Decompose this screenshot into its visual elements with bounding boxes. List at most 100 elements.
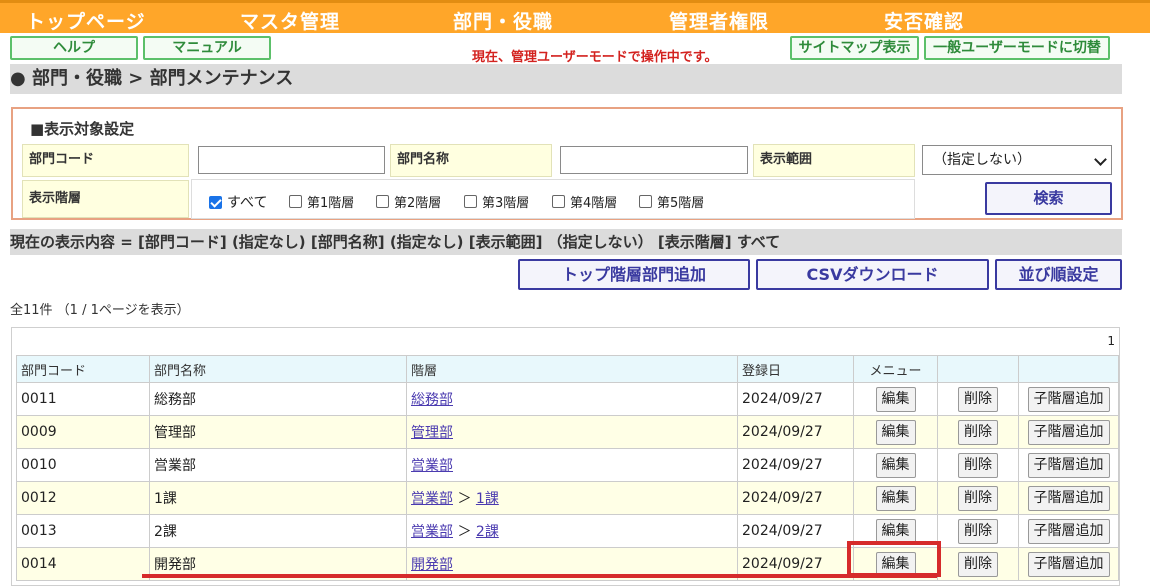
level-3-checkbox[interactable]: 第3階層	[464, 192, 529, 211]
edit-button[interactable]: 編集	[875, 485, 916, 511]
nav-safety[interactable]: 安否確認	[884, 7, 964, 34]
cell-delete: 削除	[937, 415, 1019, 449]
highlight-underline	[142, 574, 937, 578]
cell-delete: 削除	[937, 382, 1019, 416]
add-child-button[interactable]: 子階層追加	[1027, 452, 1110, 478]
current-display-status: 現在の表示内容 = [部門コード] (指定なし) [部門名称] (指定なし) […	[10, 229, 1122, 255]
delete-button[interactable]: 削除	[958, 452, 998, 478]
cell-hierarchy: 管理部	[406, 415, 738, 449]
delete-button[interactable]: 削除	[958, 518, 998, 544]
manual-button[interactable]: マニュアル	[143, 36, 271, 60]
hierarchy-link[interactable]: 1課	[476, 491, 499, 507]
dept-name-label: 部門名称	[390, 144, 552, 177]
page-link[interactable]: 1	[1107, 334, 1115, 348]
level-1-checkbox[interactable]: 第1階層	[289, 192, 354, 211]
checkbox-icon	[464, 195, 477, 208]
cell-delete: 削除	[937, 448, 1019, 482]
col-menu-3	[1018, 355, 1119, 383]
range-label: 表示範囲	[753, 144, 915, 177]
level-checkboxes: すべて 第1階層 第2階層 第3階層 第4階層 第5階層	[191, 179, 915, 219]
filter-panel: ■表示対象設定 部門コード 部門名称 表示範囲 （指定しない） 表示階層 すべて…	[11, 107, 1123, 220]
cell-date: 2024/09/27	[737, 481, 854, 515]
cell-hierarchy: 営業部 ＞ 1課	[406, 481, 738, 515]
checkbox-icon	[552, 195, 565, 208]
hierarchy-link[interactable]: 営業部	[411, 524, 453, 540]
nav-admin[interactable]: 管理者権限	[669, 7, 769, 34]
cell-add-child: 子階層追加	[1018, 547, 1119, 581]
checkbox-icon	[639, 195, 652, 208]
general-mode-button[interactable]: 一般ユーザーモードに切替	[924, 36, 1110, 60]
level-all-checkbox[interactable]: すべて	[209, 192, 267, 212]
highlight-box	[847, 541, 941, 577]
mode-notice: 現在、管理ユーザーモードで操作中です。	[472, 50, 718, 65]
cell-code: 0011	[16, 382, 150, 416]
cell-name: 2課	[149, 514, 407, 548]
nav-master[interactable]: マスタ管理	[240, 7, 340, 34]
cell-delete: 削除	[937, 514, 1019, 548]
add-child-button[interactable]: 子階層追加	[1027, 419, 1110, 445]
delete-button[interactable]: 削除	[958, 419, 998, 445]
sort-order-button[interactable]: 並び順設定	[995, 259, 1122, 290]
hierarchy-link[interactable]: 2課	[476, 524, 499, 540]
range-select[interactable]: （指定しない）	[922, 145, 1112, 175]
cell-add-child: 子階層追加	[1018, 481, 1119, 515]
dept-code-label: 部門コード	[22, 144, 189, 177]
cell-date: 2024/09/27	[737, 415, 854, 449]
cell-code: 0010	[16, 448, 150, 482]
hierarchy-link[interactable]: 管理部	[411, 425, 453, 441]
cell-code: 0014	[16, 547, 150, 581]
cell-add-child: 子階層追加	[1018, 382, 1119, 416]
edit-button[interactable]: 編集	[875, 518, 916, 544]
cell-edit: 編集	[853, 382, 938, 416]
add-child-button[interactable]: 子階層追加	[1027, 485, 1110, 511]
search-button[interactable]: 検索	[985, 182, 1112, 215]
add-child-button[interactable]: 子階層追加	[1027, 551, 1110, 577]
level-2-checkbox[interactable]: 第2階層	[376, 192, 441, 211]
hierarchy-separator: ＞	[453, 491, 476, 507]
level-5-checkbox[interactable]: 第5階層	[639, 192, 704, 211]
hierarchy-link[interactable]: 総務部	[411, 392, 453, 408]
cell-name: 営業部	[149, 448, 407, 482]
cell-add-child: 子階層追加	[1018, 448, 1119, 482]
top-nav: トップページ マスタ管理 部門・役職 管理者権限 安否確認	[0, 0, 1150, 33]
cell-code: 0012	[16, 481, 150, 515]
cell-delete: 削除	[937, 481, 1019, 515]
sitemap-button[interactable]: サイトマップ表示	[790, 36, 919, 60]
cell-name: 総務部	[149, 382, 407, 416]
add-top-dept-button[interactable]: トップ階層部門追加	[518, 259, 750, 290]
hierarchy-link[interactable]: 開発部	[411, 557, 453, 573]
table-row: 0013 2課 営業部 ＞ 2課 2024/09/27 編集 削除 子階層追加	[16, 514, 1119, 548]
edit-button[interactable]: 編集	[875, 419, 916, 445]
col-name: 部門名称	[149, 355, 407, 383]
col-menu-2	[937, 355, 1019, 383]
dept-name-input[interactable]	[560, 146, 748, 174]
table-row: 0009 管理部 管理部 2024/09/27 編集 削除 子階層追加	[16, 415, 1119, 449]
col-date: 登録日	[737, 355, 854, 383]
cell-edit: 編集	[853, 448, 938, 482]
checkbox-checked-icon	[209, 195, 222, 209]
cell-hierarchy: 営業部 ＞ 2課	[406, 514, 738, 548]
edit-button[interactable]: 編集	[875, 452, 916, 478]
cell-date: 2024/09/27	[737, 382, 854, 416]
delete-button[interactable]: 削除	[958, 485, 998, 511]
hierarchy-link[interactable]: 営業部	[411, 458, 453, 474]
edit-button[interactable]: 編集	[875, 386, 916, 412]
help-button[interactable]: ヘルプ	[10, 36, 138, 60]
level-label: 表示階層	[22, 180, 189, 218]
add-child-button[interactable]: 子階層追加	[1027, 386, 1110, 412]
add-child-button[interactable]: 子階層追加	[1027, 518, 1110, 544]
cell-delete: 削除	[937, 547, 1019, 581]
checkbox-icon	[289, 195, 302, 208]
level-4-checkbox[interactable]: 第4階層	[552, 192, 617, 211]
hierarchy-separator: ＞	[453, 524, 476, 540]
hierarchy-link[interactable]: 営業部	[411, 491, 453, 507]
nav-dept-role[interactable]: 部門・役職	[453, 7, 553, 34]
dept-code-input[interactable]	[198, 146, 385, 174]
delete-button[interactable]: 削除	[958, 386, 998, 412]
delete-button[interactable]: 削除	[958, 551, 998, 577]
csv-download-button[interactable]: CSVダウンロード	[756, 259, 989, 290]
cell-code: 0013	[16, 514, 150, 548]
dept-table: 部門コード 部門名称 階層 登録日 メニュー 0011 総務部 総務部 2024/09…	[16, 355, 1119, 581]
dept-list: 1 部門コード 部門名称 階層 登録日 メニュー 0011 総務部 総務部 2024/…	[11, 327, 1120, 586]
nav-top-page[interactable]: トップページ	[26, 7, 146, 34]
